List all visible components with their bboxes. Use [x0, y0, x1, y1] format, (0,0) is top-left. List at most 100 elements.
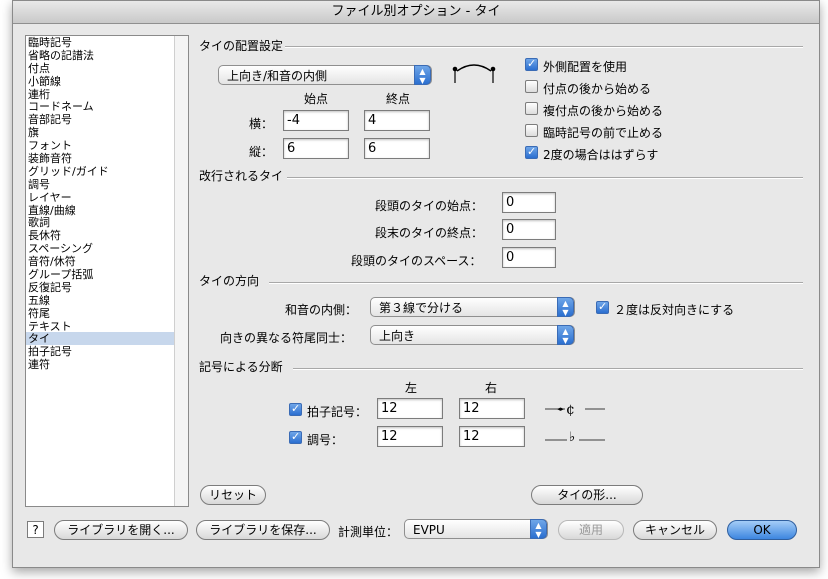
help-button[interactable]: ?: [27, 521, 44, 538]
col-left-label: 左: [405, 381, 418, 395]
placement-option-checkbox[interactable]: [525, 145, 538, 159]
stem-direction-value: 上向き: [379, 329, 416, 343]
divider: [285, 46, 803, 48]
time-sig-checkbox[interactable]: [289, 402, 302, 416]
key-sig-left-field[interactable]: 12: [377, 426, 443, 447]
sidebar-item[interactable]: 直線/曲線: [26, 204, 188, 217]
broken-end-field[interactable]: 0: [502, 219, 556, 240]
placement-option-label: 臨時記号の前で止める: [543, 126, 664, 140]
divider: [287, 177, 803, 179]
section-title-placement: タイの配置設定: [199, 39, 284, 53]
sidebar-item[interactable]: テキスト: [26, 320, 188, 333]
time-sig-preview-icon: ¢ ◂▸: [545, 402, 605, 418]
section-title-broken: 改行されるタイ: [199, 169, 284, 183]
open-library-button[interactable]: ライブラリを開く...: [54, 520, 188, 540]
time-sig-left-field[interactable]: 12: [377, 398, 443, 419]
section-title-analysis: 記号による分断: [199, 360, 283, 374]
popup-arrows-icon: ▲ ▼: [414, 65, 431, 85]
sidebar-item[interactable]: 拍子記号: [26, 345, 188, 358]
sidebar-item[interactable]: レイヤー: [26, 191, 188, 204]
sidebar-item[interactable]: 音符/休符: [26, 255, 188, 268]
popup-arrows-icon: ▲ ▼: [557, 325, 574, 345]
sidebar-item[interactable]: 省略の記譜法: [26, 49, 188, 62]
tie-placement-popup-value: 上向き/和音の内側: [227, 69, 328, 83]
flip-second-checkbox[interactable]: [596, 300, 609, 314]
time-sig-right-field[interactable]: 12: [459, 398, 525, 419]
reset-button[interactable]: リセット: [200, 485, 266, 505]
window-title: ファイル別オプション - タイ: [13, 1, 819, 24]
inner-direction-value: 第３線で分ける: [379, 301, 464, 315]
broken-end-label: 段末のタイの終点：: [375, 226, 484, 240]
ok-button[interactable]: OK: [727, 520, 797, 540]
placement-option-checkbox[interactable]: [525, 124, 538, 137]
apply-button[interactable]: 適用: [558, 520, 624, 540]
dialog-window: ファイル別オプション - タイ 臨時記号 省略の記譜法 付点 小節線 連桁 コードネーム音…: [12, 0, 820, 568]
tie-placement-popup[interactable]: 上向き/和音の内側 ▲ ▼: [218, 65, 432, 85]
stem-direction-popup[interactable]: 上向き ▲ ▼: [370, 325, 575, 345]
col-start-label: 始点: [304, 92, 329, 106]
broken-start-field[interactable]: 0: [502, 192, 556, 213]
units-value: EVPU: [413, 523, 445, 537]
tie-shape-button[interactable]: タイの形...: [531, 485, 643, 505]
placement-option-checkbox[interactable]: [525, 102, 538, 115]
key-sig-checkbox[interactable]: [289, 430, 302, 444]
cancel-button[interactable]: キャンセル: [633, 520, 717, 540]
sidebar-item[interactable]: 装飾音符: [26, 152, 188, 165]
sidebar-item[interactable]: 反復記号: [26, 281, 188, 294]
sidebar-item[interactable]: 付点: [26, 62, 188, 75]
popup-arrows-icon: ▲ ▼: [557, 297, 574, 317]
v-end-field[interactable]: 6: [364, 138, 430, 159]
row-h-label: 横：: [249, 117, 274, 131]
divider: [293, 368, 803, 370]
sidebar-item[interactable]: 連桁: [26, 88, 188, 101]
placement-option-label: 2度の場合ははずらす: [543, 148, 659, 162]
sidebar-item[interactable]: コードネーム: [26, 100, 188, 114]
sidebar-item[interactable]: 符尾: [26, 307, 188, 320]
inner-direction-popup[interactable]: 第３線で分ける ▲ ▼: [370, 297, 575, 317]
section-title-direction: タイの方向: [199, 274, 260, 288]
units-popup[interactable]: EVPU ▲ ▼: [404, 519, 548, 539]
v-start-field[interactable]: 6: [283, 138, 349, 159]
sidebar-item[interactable]: 臨時記号: [26, 36, 188, 49]
list-scrollbar[interactable]: [174, 36, 188, 506]
sidebar-item[interactable]: 五線: [26, 294, 188, 307]
sidebar-item[interactable]: 調号: [26, 178, 188, 191]
col-right-label: 右: [485, 381, 498, 395]
save-library-button[interactable]: ライブラリを保存...: [196, 520, 330, 540]
sidebar-item[interactable]: 長休符: [26, 229, 188, 242]
row-v-label: 縦：: [249, 145, 274, 159]
sidebar-item[interactable]: グリッド/ガイド: [26, 165, 188, 178]
sidebar-item[interactable]: タイ: [26, 332, 188, 345]
broken-space-label: 段頭のタイのスペース：: [351, 254, 482, 268]
units-label: 計測単位：: [338, 525, 399, 539]
h-start-field[interactable]: -4: [283, 110, 349, 131]
placement-option-checkbox[interactable]: [525, 80, 538, 93]
time-sig-label: 拍子記号：: [307, 405, 368, 419]
h-end-field[interactable]: 4: [364, 110, 430, 131]
key-sig-label: 調号：: [307, 433, 344, 447]
placement-option-label: 複付点の後から始める: [543, 104, 664, 118]
broken-space-field[interactable]: 0: [502, 247, 556, 268]
category-list[interactable]: 臨時記号 省略の記譜法 付点 小節線 連桁 コードネーム 音部記号旗フォント 装飾音符 グリッド…: [25, 35, 189, 507]
stem-label: 向きの異なる符尾同士：: [220, 331, 353, 345]
svg-text:♭: ♭: [569, 430, 575, 445]
sidebar-item[interactable]: スペーシング: [26, 242, 188, 255]
col-end-label: 終点: [386, 92, 411, 106]
sidebar-item[interactable]: 小節線: [26, 75, 188, 88]
broken-start-label: 段頭のタイの始点：: [375, 199, 484, 213]
sidebar-item[interactable]: グループ括弧: [26, 268, 188, 281]
sidebar-item[interactable]: 音部記号: [26, 113, 188, 126]
svg-text:◂▸: ◂▸: [557, 405, 565, 413]
key-sig-right-field[interactable]: 12: [459, 426, 525, 447]
placement-option-checkbox[interactable]: [525, 57, 538, 71]
sidebar-item[interactable]: 旗: [26, 126, 188, 139]
sidebar-item[interactable]: フォント: [26, 139, 188, 152]
sidebar-item[interactable]: 連符: [26, 358, 188, 371]
svg-text:¢: ¢: [566, 402, 575, 418]
popup-arrows-icon: ▲ ▼: [530, 519, 547, 539]
flip-second-label: ２度は反対向きにする: [614, 303, 735, 317]
key-sig-preview-icon: ♭: [545, 430, 605, 445]
inner-label: 和音の内側：: [285, 303, 358, 317]
divider: [269, 282, 803, 284]
sidebar-item[interactable]: 歌詞: [26, 216, 188, 230]
